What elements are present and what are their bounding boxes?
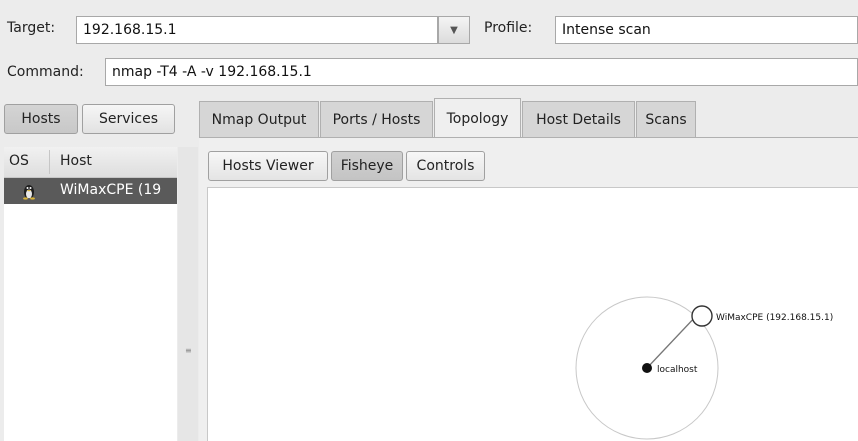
os-column-header[interactable]: OS (9, 153, 29, 169)
tab-nmap-output[interactable]: Nmap Output (199, 101, 319, 137)
tab-host-details[interactable]: Host Details (522, 101, 635, 137)
pane-splitter[interactable] (178, 147, 198, 441)
fisheye-button[interactable]: Fisheye (331, 151, 403, 181)
tab-scans[interactable]: Scans (636, 101, 696, 137)
profile-label: Profile: (484, 20, 533, 36)
profile-select[interactable]: Intense scan (555, 16, 858, 44)
target-host-node-label: WiMaxCPE (192.168.15.1) (716, 313, 833, 323)
host-list-header: OS Host (4, 147, 177, 178)
localhost-node-label: localhost (657, 365, 698, 375)
host-row[interactable]: WiMaxCPE (19 (4, 178, 177, 204)
host-column-header[interactable]: Host (60, 153, 92, 169)
target-label: Target: (7, 20, 56, 36)
target-host-node[interactable] (691, 305, 713, 327)
services-tab[interactable]: Services (82, 104, 175, 134)
hosts-viewer-button[interactable]: Hosts Viewer (208, 151, 328, 181)
command-label: Command: (7, 64, 84, 80)
tab-topology[interactable]: Topology (434, 98, 521, 138)
topology-graph[interactable]: localhost WiMaxCPE (192.168.15.1) (207, 187, 858, 441)
topology-edge (646, 313, 699, 369)
chevron-down-icon: ▼ (450, 24, 458, 36)
host-name: WiMaxCPE (19 (60, 182, 162, 198)
command-input[interactable]: nmap -T4 -A -v 192.168.15.1 (105, 58, 858, 86)
hosts-tab[interactable]: Hosts (4, 104, 78, 134)
tab-ports-hosts[interactable]: Ports / Hosts (320, 101, 433, 137)
localhost-node[interactable] (642, 363, 652, 373)
host-list: OS Host WiMaxCPE (19 (4, 147, 177, 441)
target-input[interactable]: 192.168.15.1 (76, 16, 438, 44)
linux-penguin-icon (20, 182, 38, 204)
target-dropdown-button[interactable]: ▼ (438, 16, 470, 44)
splitter-grip-icon: ≡ (185, 346, 192, 355)
controls-button[interactable]: Controls (406, 151, 485, 181)
